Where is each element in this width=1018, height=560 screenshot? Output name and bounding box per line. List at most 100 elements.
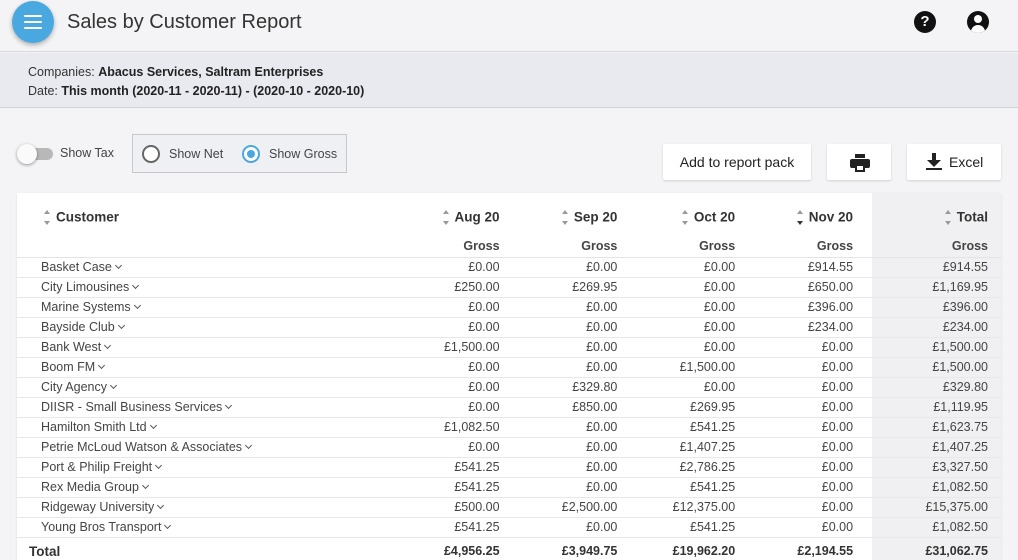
table-row: Rex Media Group £541.25 £0.00 £541.25 £0.00 £…: [17, 477, 1001, 498]
date-line: Date: This month (2020-11 - 2020-11) - (…: [28, 82, 1018, 101]
row-total: £1,623.75: [871, 417, 1001, 438]
month-value: £541.25: [399, 457, 518, 478]
month-value: £500.00: [399, 497, 518, 518]
month-value: £1,500.00: [399, 337, 518, 358]
month-value: £0.00: [753, 477, 872, 498]
month-value: £541.25: [399, 517, 518, 538]
month-value: £1,082.50: [399, 417, 518, 438]
month-value: £0.00: [753, 397, 872, 418]
gross-subheader: Gross: [517, 235, 636, 258]
app-header: Sales by Customer Report ?: [0, 0, 1018, 52]
table-row: Marine Systems £0.00 £0.00 £0.00 £396.00 £396…: [17, 297, 1001, 318]
table-row: City Limousines £250.00 £269.95 £0.00 £650.0…: [17, 277, 1001, 298]
hamburger-menu-icon[interactable]: [12, 1, 54, 43]
printer-icon: [850, 154, 870, 172]
month-value: £2,500.00: [517, 497, 636, 518]
chevron-down-icon[interactable]: [157, 501, 165, 510]
month-total: £2,194.55: [797, 544, 854, 559]
chevron-down-icon[interactable]: [244, 441, 253, 450]
companies-value: Abacus Services, Saltram Enterprises: [98, 65, 324, 79]
row-total: £1,082.50: [871, 477, 1001, 498]
row-total: £1,500.00: [871, 357, 1001, 378]
chevron-down-icon[interactable]: [104, 341, 112, 350]
customer-name[interactable]: Marine Systems: [17, 297, 400, 318]
month-value: £2,786.25: [635, 457, 754, 478]
chevron-down-icon[interactable]: [225, 401, 233, 410]
print-button[interactable]: [827, 144, 891, 180]
companies-label: Companies:: [28, 65, 95, 79]
customer-column-header[interactable]: Customer: [17, 193, 400, 235]
sort-icon: [944, 208, 953, 228]
table-row: Young Bros Transport £541.25 £0.00 £541.25 £…: [17, 517, 1001, 538]
chevron-down-icon[interactable]: [117, 321, 125, 330]
month-value: £0.00: [517, 477, 636, 498]
month-value: £234.00: [753, 317, 872, 338]
customer-name[interactable]: Basket Case: [17, 257, 400, 278]
month-value: £0.00: [753, 457, 872, 478]
chevron-down-icon[interactable]: [109, 381, 118, 390]
table-row: City Agency £0.00 £329.80 £0.00 £0.00 £329.80: [17, 377, 1001, 398]
month-value: £0.00: [635, 377, 754, 398]
month-value: £0.00: [753, 517, 872, 538]
customer-name[interactable]: Boom FM: [17, 357, 400, 378]
chevron-down-icon[interactable]: [141, 481, 150, 490]
report-table-card: Customer Aug 20 Sep 20 Oct 20 Nov 20 Tot…: [17, 193, 1001, 560]
month-value: £0.00: [635, 337, 754, 358]
customer-name[interactable]: City Limousines: [17, 277, 400, 298]
month-value: £0.00: [399, 357, 518, 378]
customer-name[interactable]: Bayside Club: [17, 317, 400, 338]
customer-name[interactable]: Rex Media Group: [17, 477, 400, 498]
month-value: £650.00: [753, 277, 872, 298]
show-net-radio[interactable]: [142, 145, 160, 163]
totals-label: Total: [29, 543, 61, 559]
add-to-report-pack-button[interactable]: Add to report pack: [663, 144, 811, 180]
month-value: £0.00: [753, 357, 872, 378]
customer-name[interactable]: Hamilton Smith Ltd: [17, 417, 400, 438]
chevron-down-icon[interactable]: [132, 281, 140, 290]
chevron-down-icon[interactable]: [155, 461, 163, 470]
gross-subheader: Gross: [871, 235, 1001, 258]
excel-export-button[interactable]: Excel: [907, 144, 1001, 180]
month-column-header[interactable]: Aug 20: [400, 193, 518, 235]
customer-name[interactable]: Port & Philip Freight: [17, 457, 400, 478]
chevron-down-icon[interactable]: [98, 361, 106, 370]
month-total: £3,949.75: [561, 544, 618, 559]
chevron-down-icon[interactable]: [164, 521, 172, 530]
chevron-down-icon[interactable]: [149, 421, 157, 430]
gross-subheader: Gross: [753, 235, 872, 258]
month-value: £0.00: [753, 497, 872, 518]
customer-name[interactable]: DIISR - Small Business Services: [17, 397, 400, 418]
month-value: £541.25: [635, 477, 754, 498]
customer-name[interactable]: Ridgeway University: [17, 497, 400, 518]
month-value: £0.00: [399, 317, 518, 338]
table-row: Hamilton Smith Ltd £1,082.50 £0.00 £541.25 £…: [17, 417, 1001, 438]
row-total: £329.80: [871, 377, 1001, 398]
month-value: £0.00: [517, 457, 636, 478]
row-total: £1,082.50: [871, 517, 1001, 538]
month-value: £0.00: [517, 357, 636, 378]
customer-name[interactable]: Young Bros Transport: [17, 517, 400, 538]
month-value: £1,500.00: [635, 357, 754, 378]
customer-name[interactable]: City Agency: [17, 377, 400, 398]
month-column-header[interactable]: Oct 20: [635, 193, 753, 235]
month-value: £0.00: [517, 297, 636, 318]
month-value: £0.00: [753, 417, 872, 438]
show-tax-toggle[interactable]: [17, 144, 53, 164]
row-total: £1,169.95: [871, 277, 1001, 298]
month-column-header[interactable]: Sep 20: [518, 193, 636, 235]
help-icon[interactable]: ?: [914, 11, 936, 33]
month-value: £269.95: [517, 277, 636, 298]
customer-name[interactable]: Petrie McLoud Watson & Associates: [17, 437, 400, 458]
show-gross-radio[interactable]: [242, 145, 260, 163]
account-icon[interactable]: [967, 11, 989, 33]
row-total: £1,119.95: [871, 397, 1001, 418]
chevron-down-icon[interactable]: [114, 261, 122, 270]
month-value: £0.00: [517, 437, 636, 458]
total-column-header[interactable]: Total: [871, 193, 1001, 235]
month-column-header[interactable]: Nov 20: [753, 193, 871, 235]
month-value: £0.00: [635, 317, 754, 338]
companies-line: Companies: Abacus Services, Saltram Ente…: [28, 63, 1018, 82]
chevron-down-icon[interactable]: [133, 301, 141, 310]
sort-icon: [561, 208, 570, 228]
customer-name[interactable]: Bank West: [17, 337, 400, 358]
